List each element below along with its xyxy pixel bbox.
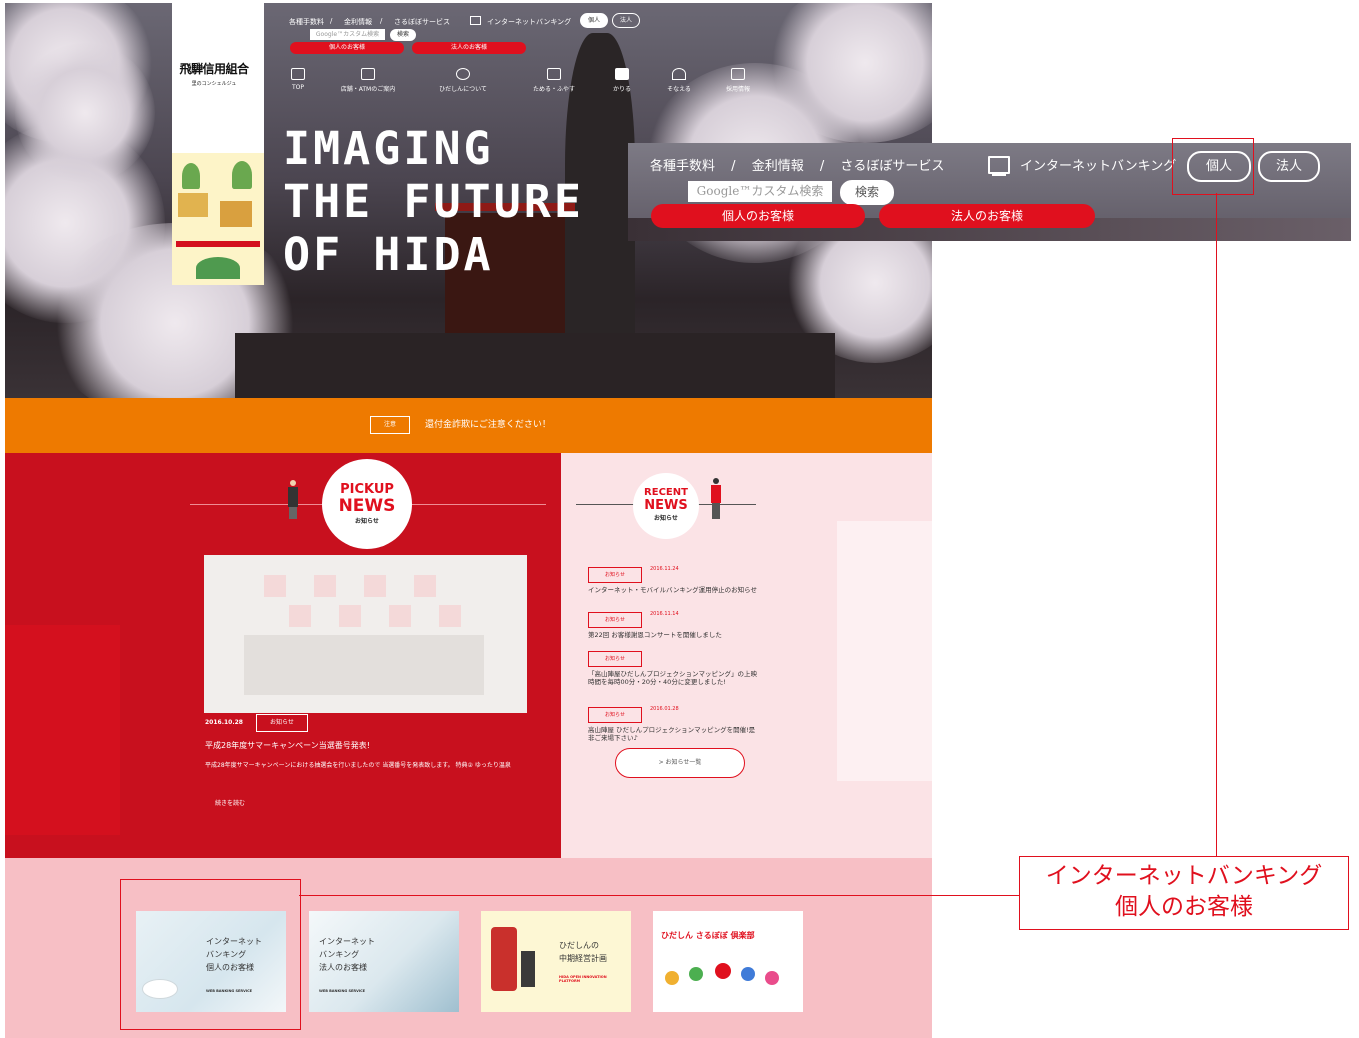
corporate-customers-button[interactable]: 法人のお客様 [412, 42, 526, 54]
internet-banking-label: インターネットバンキング [487, 18, 572, 26]
computer-icon-base [992, 174, 1006, 176]
separator: / [731, 159, 736, 174]
nav-top[interactable]: TOP [263, 68, 333, 91]
nav-recruit[interactable]: 採用情報 [703, 68, 773, 93]
piggy-icon [547, 68, 561, 80]
pickup-news-photo[interactable] [204, 555, 527, 713]
search-button[interactable]: 検索 [390, 29, 416, 41]
recent-news-item[interactable]: お知らせ2016.11.14 第22回 お客様謝恩コンサートを開催しました [588, 606, 758, 639]
pickup-date: 2016.10.28 [205, 719, 243, 726]
hero-tagline: IMAGING THE FUTURE OF HIDA [283, 122, 584, 281]
umbrella-icon [672, 68, 686, 80]
recent-news-item[interactable]: お知らせ 「高山陣屋ひだしんプロジェクションマッピング」の上映時間を毎時00分・… [588, 645, 758, 686]
float-illustration [521, 951, 535, 987]
town-illustration [172, 153, 264, 285]
corporate-ib-button[interactable]: 法人 [1258, 151, 1320, 182]
personal-customers-button[interactable]: 個人のお客様 [651, 204, 865, 228]
bank-logo-name[interactable]: 飛騨信用組合 [172, 60, 256, 77]
header-link-rates[interactable]: 金利情報 [344, 17, 372, 27]
question-icon [456, 68, 470, 80]
header-link-sarubobo[interactable]: さるぼぼサービス [840, 159, 944, 174]
header-link-rates[interactable]: 金利情報 [752, 159, 804, 174]
callout-connector [299, 895, 1019, 896]
news-list-button[interactable]: > お知らせ一覧 [615, 748, 745, 778]
sarubobo-icon [715, 963, 731, 979]
highlight-personal-button [1172, 138, 1254, 195]
banner-ib-corporate[interactable]: インターネット バンキング 法人のお客様 WEB BANKING SERVICE [309, 911, 459, 1012]
sarubobo-icon [741, 967, 755, 981]
callout-label: インターネットバンキング 個人のお客様 [1019, 856, 1349, 930]
person-illustration [287, 480, 299, 520]
sarubobo-icon [765, 971, 779, 985]
sarubobo-icon [689, 967, 703, 981]
read-more-link[interactable]: 続きを読む [215, 798, 245, 807]
search-input[interactable]: Google™カスタム検索 [688, 181, 832, 202]
separator: / [819, 159, 825, 174]
recent-news-item[interactable]: お知らせ2016.01.28 高山陣屋 ひだしんプロジェクションマッピングを開催… [588, 701, 758, 742]
search-input[interactable]: Google™カスタム検索 [310, 29, 385, 40]
search-button[interactable]: 検索 [840, 180, 894, 205]
header-link-sarubobo[interactable]: さるぼぼサービス [394, 17, 450, 27]
header-link-fees[interactable]: 各種手数料 [289, 17, 324, 27]
personal-ib-button[interactable]: 個人 [580, 13, 608, 28]
recent-side-block [837, 521, 932, 781]
person-illustration [710, 478, 722, 520]
separator: / [380, 17, 383, 25]
corporate-customers-button[interactable]: 法人のお客様 [879, 204, 1095, 228]
header-link-fees[interactable]: 各種手数料 [650, 159, 715, 174]
pickup-body-text: 平成28年度サマーキャンペーンにおける抽選会を行いましたので 当選番号を発表致し… [205, 762, 511, 769]
pickup-side-block [5, 625, 120, 835]
pickup-headline-link[interactable]: 平成28年度サマーキャンペーン当選番号発表! [205, 740, 370, 751]
personal-customers-button[interactable]: 個人のお客様 [290, 42, 404, 54]
pickup-news-badge: PICKUP NEWS お知らせ [322, 459, 412, 549]
recent-news-item[interactable]: お知らせ2016.11.24 インターネット・モバイルバンキング運用停止のお知ら… [588, 561, 758, 594]
corporate-ib-button[interactable]: 法人 [612, 13, 640, 28]
bank-logo-subtitle: 里のコンシェルジュ [191, 81, 237, 87]
bag-icon [615, 68, 629, 80]
nav-save[interactable]: ためる・ふやす [519, 68, 589, 93]
map-icon [361, 68, 375, 80]
callout-connector [1216, 193, 1217, 856]
recent-news-badge: RECENT NEWS お知らせ [633, 473, 699, 539]
nav-branches[interactable]: 店舗・ATMのご案内 [333, 68, 403, 93]
nav-about[interactable]: ひだしんについて [428, 68, 498, 93]
highlight-banner [120, 879, 301, 1030]
internet-banking-label: インターネットバンキング [1020, 159, 1177, 174]
banner-business-plan[interactable]: ひだしんの 中期経営計画 HIDA OPEN INNOVATION PLATFO… [481, 911, 631, 1012]
pickup-category-badge: お知らせ [256, 714, 308, 732]
bank-icon [291, 68, 305, 80]
computer-icon [988, 156, 1010, 174]
zoom-header-links: 各種手数料 / 金利情報 / さるぼぼサービス [650, 155, 944, 174]
separator: / [330, 17, 333, 25]
float-illustration [491, 927, 517, 991]
notice-tag: 注意 [370, 416, 410, 434]
notice-link[interactable]: 還付金詐欺にご注意ください！ [425, 417, 551, 430]
sarubobo-icon [665, 971, 679, 985]
people-icon [731, 68, 745, 80]
banner-sarubobo-club[interactable]: ひだしん さるぼぼ 倶楽部 [653, 911, 803, 1012]
computer-icon [470, 16, 481, 25]
